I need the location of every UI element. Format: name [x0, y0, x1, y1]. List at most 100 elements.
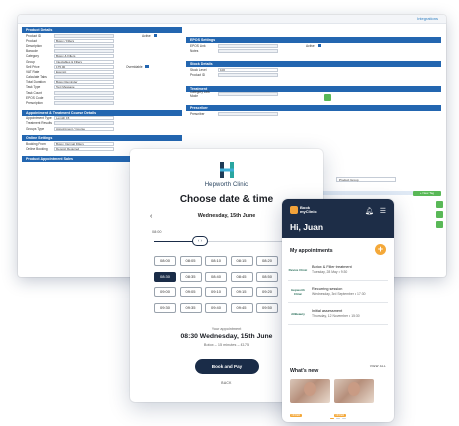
- clinic-logo-small: Revive Clinic: [288, 267, 308, 272]
- field-input[interactable]: Length 15: [54, 116, 114, 121]
- carousel-dot[interactable]: [336, 418, 340, 420]
- time-slot[interactable]: 09:30: [154, 302, 176, 313]
- overridable-label: Overridable: [126, 64, 143, 69]
- time-slot[interactable]: 09:10: [205, 287, 227, 297]
- field-input[interactable]: [54, 49, 114, 54]
- time-slot[interactable]: 09:15: [230, 287, 253, 297]
- field-label: Category Link Mode: [190, 90, 210, 99]
- appointment-when: Wednesday, 3rd September • 17:30: [312, 292, 366, 296]
- slider-handle[interactable]: ‹ ›: [192, 236, 208, 246]
- field-input[interactable]: [218, 92, 278, 97]
- product-group-field[interactable]: Product Group: [336, 177, 396, 182]
- time-slot[interactable]: 08:50: [256, 271, 278, 282]
- time-slot[interactable]: 09:50: [256, 302, 278, 313]
- add-button[interactable]: [436, 201, 443, 208]
- news-card[interactable]: OFFERCosmo botoxJust £149 from: [334, 379, 374, 417]
- news-card[interactable]: OFFERCosmo botox treatmentJust £149 from…: [290, 379, 330, 417]
- field-input[interactable]: [54, 33, 114, 38]
- field-input[interactable]: 175.00: [54, 64, 114, 69]
- form-row: Prescription: [22, 100, 182, 106]
- time-slot[interactable]: 09:35: [179, 302, 202, 313]
- menu-icon[interactable]: ☰: [380, 207, 386, 215]
- field-label: Online Booking: [26, 146, 48, 151]
- news-image: [290, 379, 330, 403]
- appointment-info: Recurring session Wednesday, 3rd Septembe…: [312, 287, 365, 296]
- time-slot[interactable]: 09:45: [230, 302, 253, 313]
- field-input[interactable]: Text Message: [54, 85, 114, 90]
- brand-tile-icon: [290, 206, 298, 215]
- time-slot[interactable]: 08:05: [179, 256, 202, 266]
- chevron-left-icon[interactable]: ‹: [150, 213, 158, 220]
- carousel-dot[interactable]: [330, 418, 334, 420]
- book-and-pay-button[interactable]: Book and Pay: [195, 359, 259, 374]
- field-input[interactable]: [218, 48, 278, 53]
- field-label: Stock Level: [190, 67, 207, 72]
- time-slot[interactable]: 08:00: [154, 256, 176, 266]
- admin-right-column: EPOS Settings EPOS Link Active Notes Stock D…: [186, 37, 441, 124]
- field-input[interactable]: Appointment / Course: [54, 126, 114, 131]
- field-label: Prescriber: [190, 111, 205, 116]
- app-logo: Book myClinic: [290, 205, 317, 215]
- time-slot[interactable]: 08:10: [205, 256, 227, 266]
- field-label: EPOS Code: [26, 95, 44, 100]
- time-slot[interactable]: 09:05: [179, 287, 202, 297]
- carousel-dot[interactable]: [342, 418, 346, 420]
- appointment-info: Botox & Filler treatment Tuesday, 28 May …: [312, 265, 352, 274]
- field-input[interactable]: [54, 121, 114, 126]
- appointment-item[interactable]: Hepworth Clinic Recurring session Wednesda…: [288, 281, 388, 303]
- field-input[interactable]: [218, 43, 278, 48]
- field-input[interactable]: Botox / Fillers: [54, 38, 114, 43]
- active-label: Active: [142, 33, 151, 38]
- form-section: EPOS Settings EPOS Link Active Notes: [186, 37, 441, 53]
- form-row: Prescriber: [186, 111, 441, 116]
- time-slot[interactable]: 09:40: [205, 302, 227, 313]
- field-input[interactable]: Exempt: [54, 69, 114, 74]
- add-button[interactable]: [436, 221, 443, 228]
- appointment-when: Thursday, 12 November • 15:30: [312, 314, 360, 318]
- field-label: Category: [26, 54, 39, 59]
- active-checkbox[interactable]: [317, 43, 322, 48]
- admin-left-column: Product Details Product ID Active Product Bo…: [22, 27, 182, 166]
- field-input[interactable]: [218, 73, 278, 78]
- add-button[interactable]: [324, 94, 331, 101]
- new-tag-button[interactable]: + New Tag: [413, 191, 441, 196]
- field-input[interactable]: Botox Reminder: [54, 80, 114, 85]
- bell-icon[interactable]: 🔔︎: [365, 207, 374, 215]
- integrations-link[interactable]: Integrations: [417, 16, 438, 21]
- appointment-item[interactable]: AllBeauty Initial assessment Thursday, 12 …: [288, 303, 388, 325]
- field-input[interactable]: Botox, Dermal Fillers: [54, 141, 114, 146]
- field-input[interactable]: Deposit Required: [54, 146, 114, 151]
- field-input[interactable]: [54, 43, 114, 48]
- field-label: Sell Price: [26, 64, 40, 69]
- view-all-link[interactable]: VIEW ALL: [370, 364, 386, 368]
- time-slot[interactable]: 08:15: [230, 256, 253, 266]
- time-slot[interactable]: 08:30: [154, 271, 176, 282]
- field-input[interactable]: [54, 75, 114, 80]
- active-checkbox[interactable]: [153, 33, 158, 38]
- field-label: Task Count: [26, 90, 42, 95]
- field-input[interactable]: [54, 90, 114, 95]
- time-slot[interactable]: 08:40: [205, 271, 227, 282]
- time-slot[interactable]: 08:35: [179, 271, 202, 282]
- field-input[interactable]: Injectables & Fillers: [54, 59, 114, 64]
- add-appointment-button[interactable]: +: [375, 244, 386, 255]
- field-label: Description: [26, 43, 42, 48]
- field-input[interactable]: Botox & Fillers: [54, 54, 114, 59]
- field-input[interactable]: [54, 95, 114, 100]
- field-input[interactable]: 100: [218, 67, 278, 72]
- appointments-heading: My appointments: [290, 248, 333, 254]
- overridable-checkbox[interactable]: [145, 64, 149, 69]
- time-slot[interactable]: 08:45: [230, 271, 253, 282]
- time-slot[interactable]: 09:20: [256, 287, 278, 297]
- field-input[interactable]: [218, 111, 278, 116]
- header-actions: 🔔︎ ☰: [365, 207, 386, 215]
- time-slot[interactable]: 08:20: [256, 256, 278, 266]
- add-button[interactable]: [436, 211, 443, 218]
- time-slot[interactable]: 09:00: [154, 287, 176, 297]
- appointment-item[interactable]: Revive Clinic Botox & Filler treatment Tue…: [288, 259, 388, 281]
- field-input[interactable]: [54, 101, 114, 106]
- field-label: Product ID: [26, 33, 42, 38]
- form-section: Stock Details Stock Level 100 Product ID: [186, 61, 441, 78]
- news-image: [334, 379, 374, 403]
- field-label: Total Duration: [26, 80, 46, 85]
